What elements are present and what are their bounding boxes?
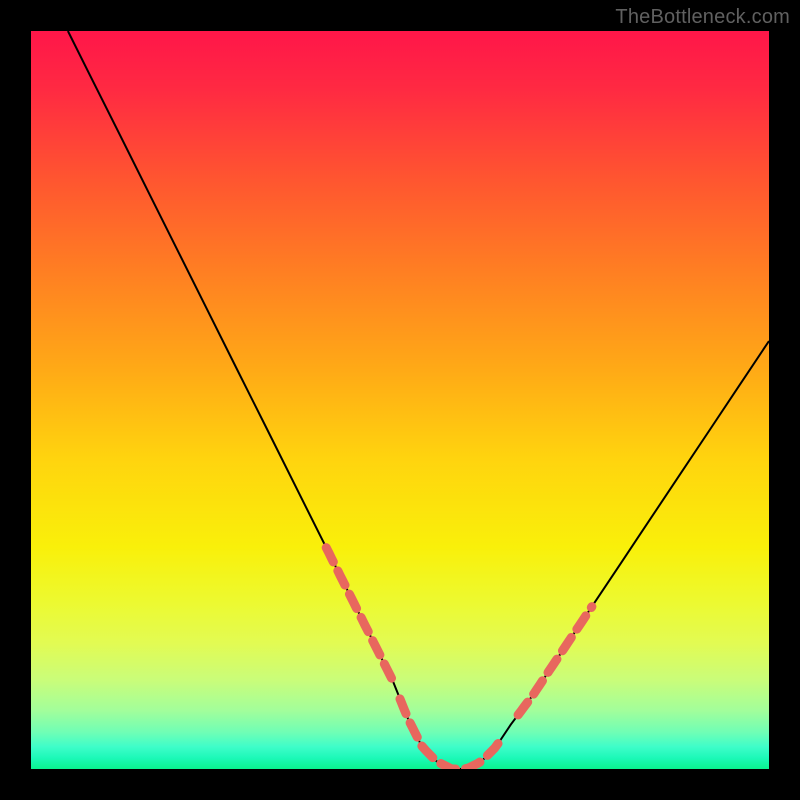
chart-frame: TheBottleneck.com (0, 0, 800, 800)
gradient-background (31, 31, 769, 769)
watermark-text: TheBottleneck.com (615, 6, 790, 29)
plot-svg (31, 31, 769, 769)
plot-area (31, 31, 769, 769)
